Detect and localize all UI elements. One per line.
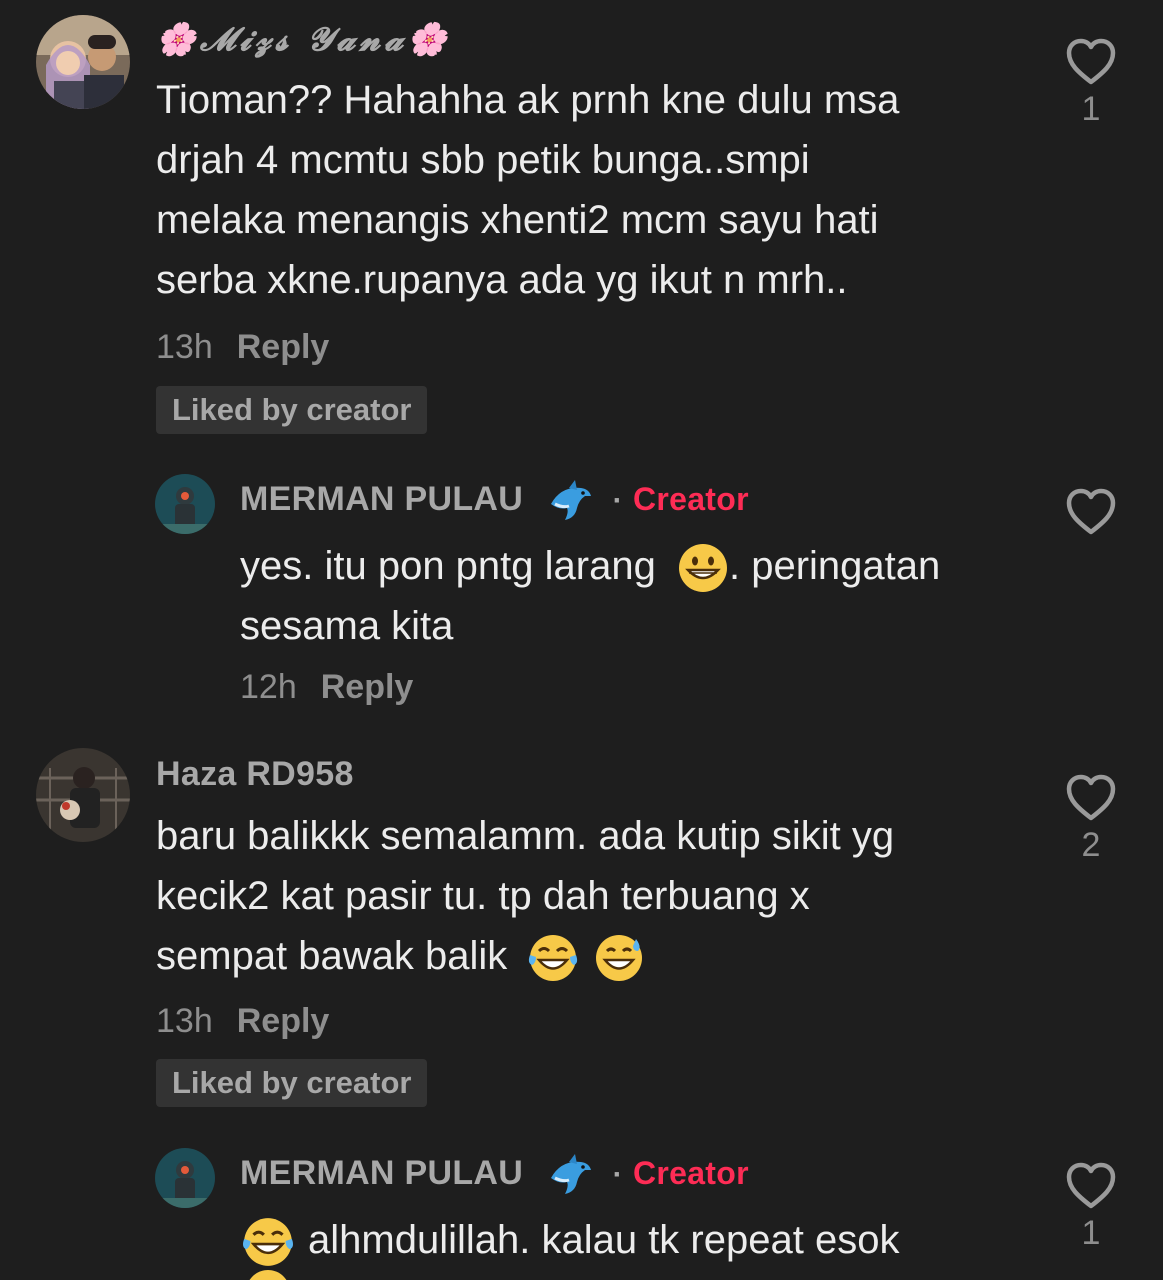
like-button[interactable]: 1: [1056, 36, 1126, 129]
comment-text-line: kecik2 kat pasir tu. tp dah terbuang x: [156, 874, 810, 918]
reply-username-row: MERMAN PULAU · Creator: [240, 478, 749, 524]
like-button[interactable]: 2: [1056, 772, 1126, 865]
like-button[interactable]: 1: [1056, 1160, 1126, 1253]
comment-username[interactable]: Haza RD958: [156, 755, 354, 794]
comment-text-line: sempat bawak balik: [156, 926, 894, 986]
avatar[interactable]: [155, 474, 215, 534]
comment-text: yes. itu pon pntg larang . peringatan se…: [240, 536, 940, 656]
avatar[interactable]: [36, 748, 130, 842]
comment-text-line: alhmdulillah. kalau tk repeat esok: [240, 1210, 899, 1270]
comments-panel: 🌸𝓜𝓲𝔃𝓼 𝓨𝓪𝓷𝓪🌸 Tioman?? Hahahha ak prnh kne…: [0, 0, 1163, 1280]
partial-emoji: [244, 1268, 292, 1280]
comment-username[interactable]: MERMAN PULAU: [240, 1154, 523, 1192]
comment-timestamp: 12h: [240, 668, 297, 706]
creator-label: Creator: [632, 1154, 749, 1191]
comment-text-line: baru balikkk semalamm. ada kutip sikit y…: [156, 814, 895, 858]
like-count: 1: [1081, 90, 1101, 128]
heart-outline-icon: [1066, 38, 1116, 85]
comment-text-line: Tioman?? Hahahha ak prnh kne dulu msa: [156, 78, 900, 122]
grinning-face-emoji: [677, 542, 729, 594]
comment-timestamp: 13h: [156, 328, 213, 366]
comment-timestamp: 13h: [156, 1002, 213, 1040]
comment-username[interactable]: 🌸𝓜𝓲𝔃𝓼 𝓨𝓪𝓷𝓪🌸: [156, 20, 451, 59]
separator-dot: ·: [612, 1157, 623, 1191]
heart-outline-icon: [1066, 1162, 1116, 1209]
like-button[interactable]: [1056, 486, 1126, 540]
heart-outline-icon: [1066, 488, 1116, 535]
comment-text-line: drjah 4 mcmtu sbb petik bunga..smpi: [156, 138, 810, 182]
comment-text-segment: yes. itu pon pntg larang: [240, 544, 656, 588]
comment-meta: 12h Reply: [240, 668, 413, 707]
avatar[interactable]: [36, 15, 130, 109]
heart-outline-icon: [1066, 774, 1116, 821]
comment-text-line: serba xkne.rupanya ada yg ikut n mrh..: [156, 258, 848, 302]
comment-text: baru balikkk semalamm. ada kutip sikit y…: [156, 806, 894, 986]
grinning-face-with-sweat-emoji: [592, 931, 646, 985]
separator-dot: ·: [612, 483, 623, 517]
avatar[interactable]: [155, 1148, 215, 1208]
comment-meta: 13h Reply: [156, 328, 329, 367]
liked-by-creator-badge: Liked by creator: [156, 386, 428, 434]
dolphin-emoji: [547, 478, 593, 524]
creator-label: Creator: [632, 480, 749, 517]
comment-text-line: melaka menangis xhenti2 mcm sayu hati: [156, 198, 879, 242]
comment-text: Tioman?? Hahahha ak prnh kne dulu msa dr…: [156, 70, 899, 310]
face-with-tears-of-joy-emoji: [240, 1214, 296, 1270]
reply-button[interactable]: Reply: [237, 1002, 330, 1040]
dolphin-emoji: [547, 1152, 593, 1198]
reply-username-row: MERMAN PULAU · Creator: [240, 1152, 749, 1198]
face-with-tears-of-joy-emoji: [526, 931, 580, 985]
comment-text-segment: . peringatan: [728, 544, 941, 588]
reply-button[interactable]: Reply: [321, 668, 414, 706]
like-count: 2: [1081, 826, 1101, 864]
like-count: 1: [1081, 1214, 1101, 1252]
comment-text-line: yes. itu pon pntg larang . peringatan: [240, 536, 940, 596]
comment-text-segment: alhmdulillah. kalau tk repeat esok: [308, 1218, 900, 1262]
comment-text: alhmdulillah. kalau tk repeat esok: [240, 1210, 899, 1270]
comment-meta: 13h Reply: [156, 1002, 329, 1041]
comment-username[interactable]: MERMAN PULAU: [240, 480, 523, 518]
comment-text-line: sesama kita: [240, 604, 454, 648]
reply-button[interactable]: Reply: [237, 328, 330, 366]
liked-by-creator-badge: Liked by creator: [156, 1059, 428, 1107]
comment-text-segment: sempat bawak balik: [156, 934, 508, 978]
